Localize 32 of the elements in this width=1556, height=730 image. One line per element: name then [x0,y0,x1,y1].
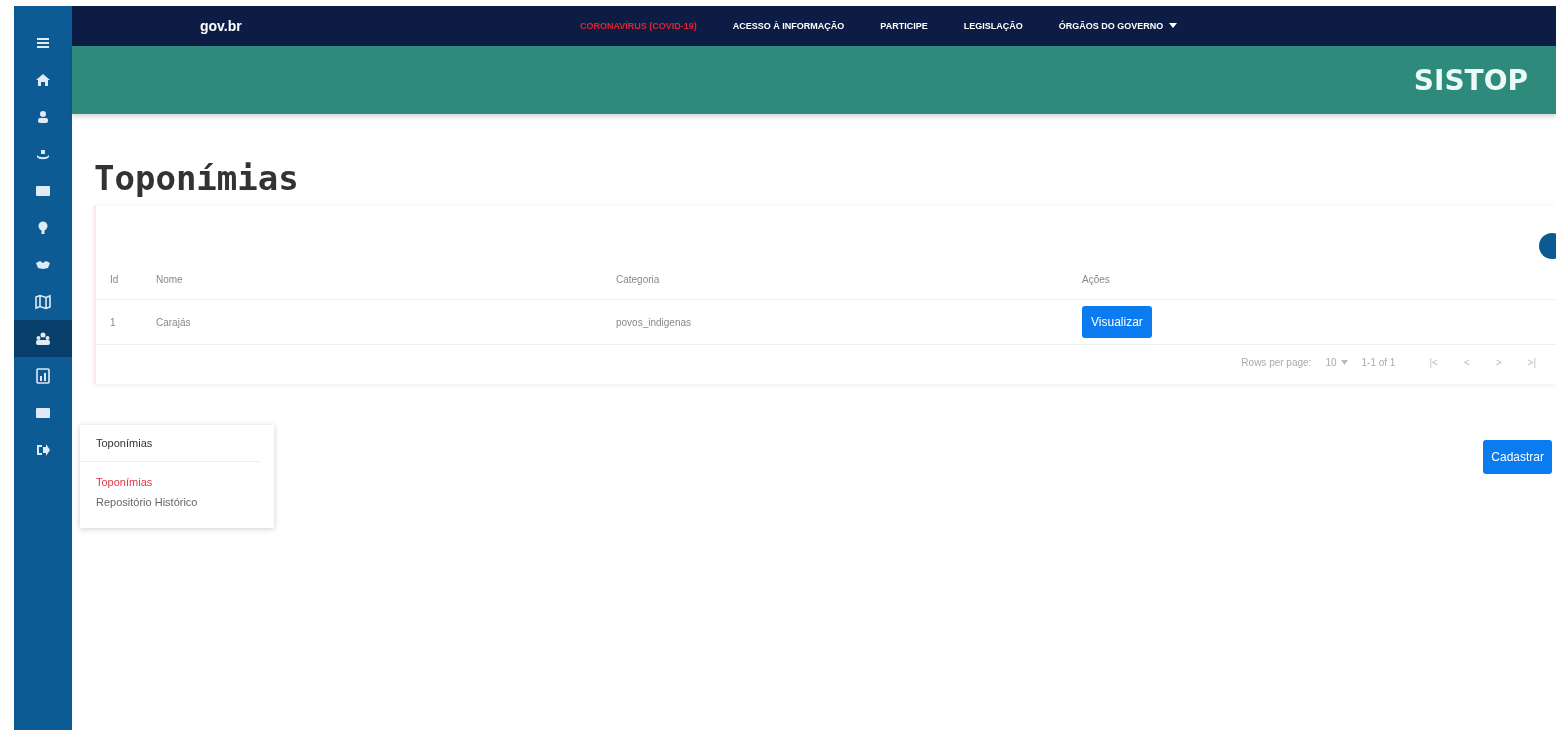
menu-item[interactable]: Repositório Histórico [80,494,274,514]
menu-title: Toponímias [80,437,260,462]
top-link[interactable]: CORONAVÍRUS (COVID-19) [580,21,697,31]
gov-logo[interactable]: gov.br [200,18,580,34]
column-header: Id [96,262,156,300]
user-icon [35,108,51,125]
create-button[interactable]: Cadastrar [1483,440,1552,474]
view-button[interactable]: Visualizar [1082,306,1152,338]
table-cell: 1 [96,299,156,345]
badge-icon [1538,232,1556,260]
column-header: Ações [1082,262,1556,300]
column-header: Nome [156,262,616,300]
rows-per-page-label: Rows per page: [1241,357,1312,368]
menu-item[interactable]: Toponímias [80,474,274,494]
table-cell: Carajás [156,299,616,345]
table-cell: povos_indigenas [616,299,1082,345]
caret-icon [1340,360,1348,365]
page-range: 1-1 of 1 [1361,357,1396,368]
home-icon [35,71,51,88]
column-header: Categoria [616,262,1082,300]
top-link[interactable]: LEGISLAÇÃO [963,21,1023,31]
top-link[interactable]: PARTICIPE [880,21,928,31]
map-icon [35,293,51,310]
rows-per-page-select[interactable]: 10 [1325,357,1348,368]
app-title: SISTOP [1413,63,1528,97]
sidebar-item[interactable] [14,320,72,357]
chart-icon [35,367,51,384]
page-title: Toponímias [94,158,300,198]
group-icon [35,330,51,347]
top-link[interactable]: ÓRGÃOS DO GOVERNO [1058,21,1178,31]
caret-icon [1169,23,1178,29]
top-link[interactable]: ACESSO À INFORMAÇÃO [732,21,845,31]
